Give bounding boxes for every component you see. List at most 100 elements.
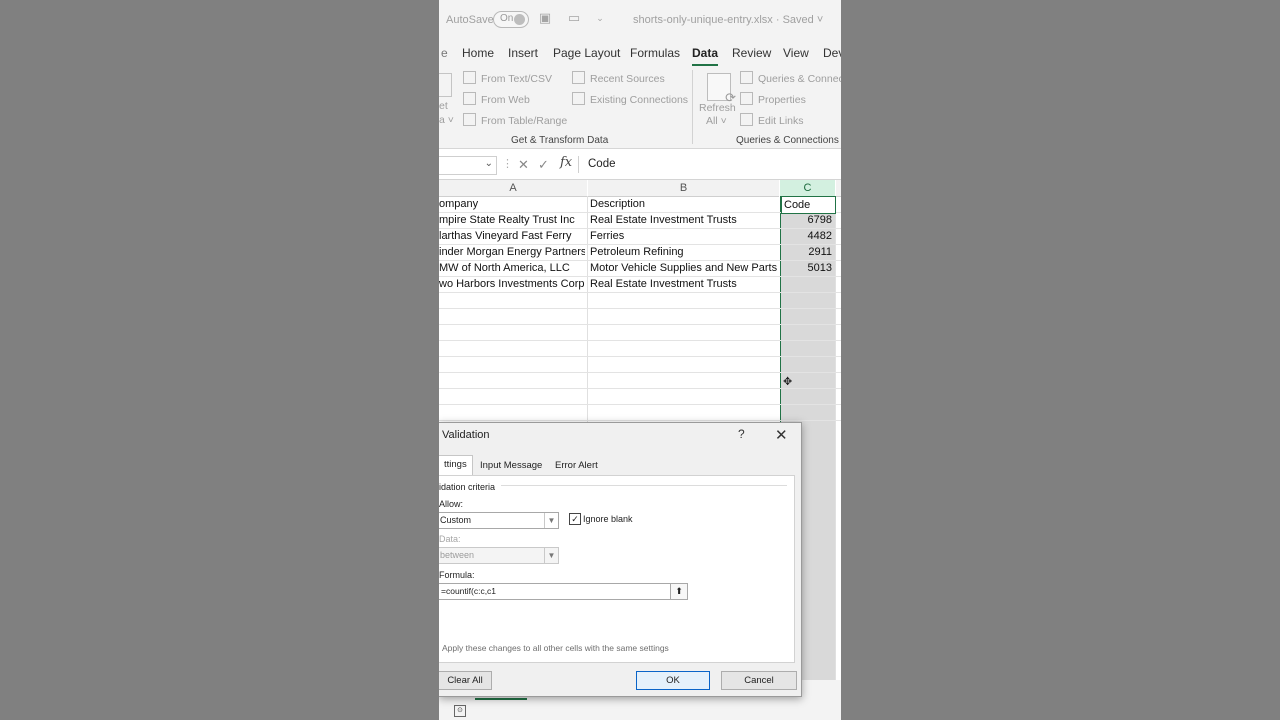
tab-developer[interactable]: Dev (823, 46, 841, 60)
get-data-partial-bottom[interactable]: a ˅ (439, 113, 454, 127)
get-data-icon[interactable] (439, 73, 452, 97)
formula-label: Formula: (439, 570, 475, 580)
cell-a4[interactable]: inder Morgan Energy Partners (439, 244, 585, 260)
toggle-knob (514, 14, 525, 25)
close-icon[interactable]: ✕ (775, 426, 788, 444)
refresh-icon[interactable] (707, 73, 736, 106)
autosave-toggle[interactable]: On (493, 11, 529, 28)
cell-b5[interactable]: Motor Vehicle Supplies and New Parts (590, 260, 778, 276)
gridline (439, 308, 841, 309)
get-transform-group-label: Get & Transform Data (511, 135, 609, 146)
tab-home[interactable]: Home (462, 46, 494, 60)
from-table-range-button[interactable]: From Table/Range (463, 113, 567, 127)
refresh-all-label[interactable]: Refresh (699, 101, 736, 115)
from-web-button[interactable]: From Web (463, 92, 530, 106)
cell-b3[interactable]: Ferries (590, 228, 778, 244)
tab-data[interactable]: Data (692, 46, 719, 66)
ignore-blank-checkbox[interactable]: ✓ (569, 513, 581, 525)
tab-page-layout[interactable]: Page Layout (553, 46, 620, 60)
tab-insert[interactable]: Insert (508, 46, 538, 60)
cell-b1[interactable]: Description (590, 196, 778, 212)
formula-field[interactable]: =countif(c:c,c1 (439, 583, 672, 600)
cell-c3[interactable]: 4482 (782, 228, 832, 244)
edit-links-button[interactable]: Edit Links (740, 113, 804, 127)
more-options-icon[interactable]: ⋮ (502, 157, 513, 170)
tab-review[interactable]: Review (732, 46, 771, 60)
from-text-csv-button[interactable]: From Text/CSV (463, 71, 552, 85)
insert-function-icon[interactable]: fx (560, 155, 572, 170)
edit-links-label: Edit Links (758, 115, 804, 127)
accessibility-icon[interactable]: ⊙ (454, 705, 466, 717)
cell-c6[interactable] (782, 276, 832, 292)
chevron-down-icon[interactable]: ⌄ (485, 158, 493, 169)
apply-to-all-checkbox-label[interactable]: Apply these changes to all other cells w… (442, 643, 669, 653)
get-data-partial-top[interactable]: et (439, 99, 448, 113)
data-label: Data: (439, 534, 461, 544)
criteria-group-line (501, 485, 787, 486)
from-table-range-label: From Table/Range (481, 115, 568, 127)
tab-formulas[interactable]: Formulas (630, 46, 680, 60)
cell-a5[interactable]: MW of North America, LLC (439, 260, 585, 276)
autosave-label: AutoSave (446, 14, 494, 26)
queries-connections-button[interactable]: Queries & Connecti (740, 71, 841, 85)
image-icon[interactable]: ▭ (567, 11, 581, 25)
chevron-down-icon[interactable]: ▼ (544, 513, 558, 528)
validation-criteria-label: idation criteria (439, 482, 496, 492)
enter-icon[interactable]: ✓ (538, 157, 549, 173)
column-header-a[interactable]: A (439, 180, 587, 197)
cell-b2[interactable]: Real Estate Investment Trusts (590, 212, 778, 228)
name-box[interactable]: ⌄ (439, 156, 497, 175)
queries-group-label: Queries & Connections (736, 135, 839, 146)
recent-sources-label: Recent Sources (590, 73, 665, 85)
formula-input[interactable]: Code (578, 156, 841, 173)
allow-label: Allow: (439, 499, 464, 509)
autosave-state: On (500, 13, 514, 24)
text-file-icon (463, 71, 476, 84)
cell-c5[interactable]: 5013 (782, 260, 832, 276)
ribbon-separator (692, 70, 693, 144)
recent-sources-button[interactable]: Recent Sources (572, 71, 665, 85)
cell-a2[interactable]: mpire State Realty Trust Inc (439, 212, 585, 228)
gridline (439, 404, 841, 405)
gridline (439, 292, 841, 293)
cell-b4[interactable]: Petroleum Refining (590, 244, 778, 260)
cell-cursor-icon: ✥ (783, 376, 793, 388)
refresh-all-dropdown[interactable]: All ˅ (706, 114, 727, 128)
table-icon (463, 113, 476, 126)
cell-a6[interactable]: wo Harbors Investments Corp (439, 276, 585, 292)
help-icon[interactable]: ? (738, 427, 745, 441)
column-header-d-partial[interactable] (836, 180, 841, 197)
tab-settings[interactable]: ttings (439, 455, 473, 477)
allow-select[interactable]: Custom ▼ (439, 512, 559, 529)
clear-all-button[interactable]: Clear All (439, 671, 492, 690)
connections-icon (572, 92, 585, 105)
cell-b6[interactable]: Real Estate Investment Trusts (590, 276, 778, 292)
ignore-blank-label[interactable]: Ignore blank (583, 514, 633, 524)
existing-connections-button[interactable]: Existing Connections (572, 92, 688, 106)
tab-input-message[interactable]: Input Message (475, 457, 547, 475)
customize-chevron-icon[interactable]: ⌄ (593, 11, 607, 25)
chevron-down-icon: ▼ (544, 548, 558, 563)
ok-button[interactable]: OK (636, 671, 710, 690)
file-name[interactable]: shorts-only-unique-entry.xlsx · Saved ˅ (633, 14, 823, 26)
cancel-icon[interactable]: ✕ (518, 157, 529, 173)
gridline-c-d (835, 196, 836, 696)
collapse-dialog-icon[interactable]: ⬆ (670, 583, 688, 600)
cell-a1[interactable]: ompany (439, 196, 585, 212)
save-icon[interactable]: ▣ (538, 11, 552, 25)
cell-c4[interactable]: 2911 (782, 244, 832, 260)
tab-view[interactable]: View (783, 46, 809, 60)
data-value: between (440, 550, 475, 560)
column-header-b[interactable]: B (588, 180, 779, 197)
properties-button[interactable]: Properties (740, 92, 806, 106)
cell-a3[interactable]: larthas Vineyard Fast Ferry (439, 228, 585, 244)
gridline (439, 324, 841, 325)
tab-file-partial[interactable]: e (441, 46, 448, 60)
web-icon (463, 92, 476, 105)
gridline (439, 388, 841, 389)
right-backdrop (841, 0, 1280, 720)
cell-c2[interactable]: 6798 (782, 212, 832, 228)
tab-error-alert[interactable]: Error Alert (550, 457, 603, 475)
edit-links-icon (740, 113, 753, 126)
cancel-button[interactable]: Cancel (721, 671, 797, 690)
